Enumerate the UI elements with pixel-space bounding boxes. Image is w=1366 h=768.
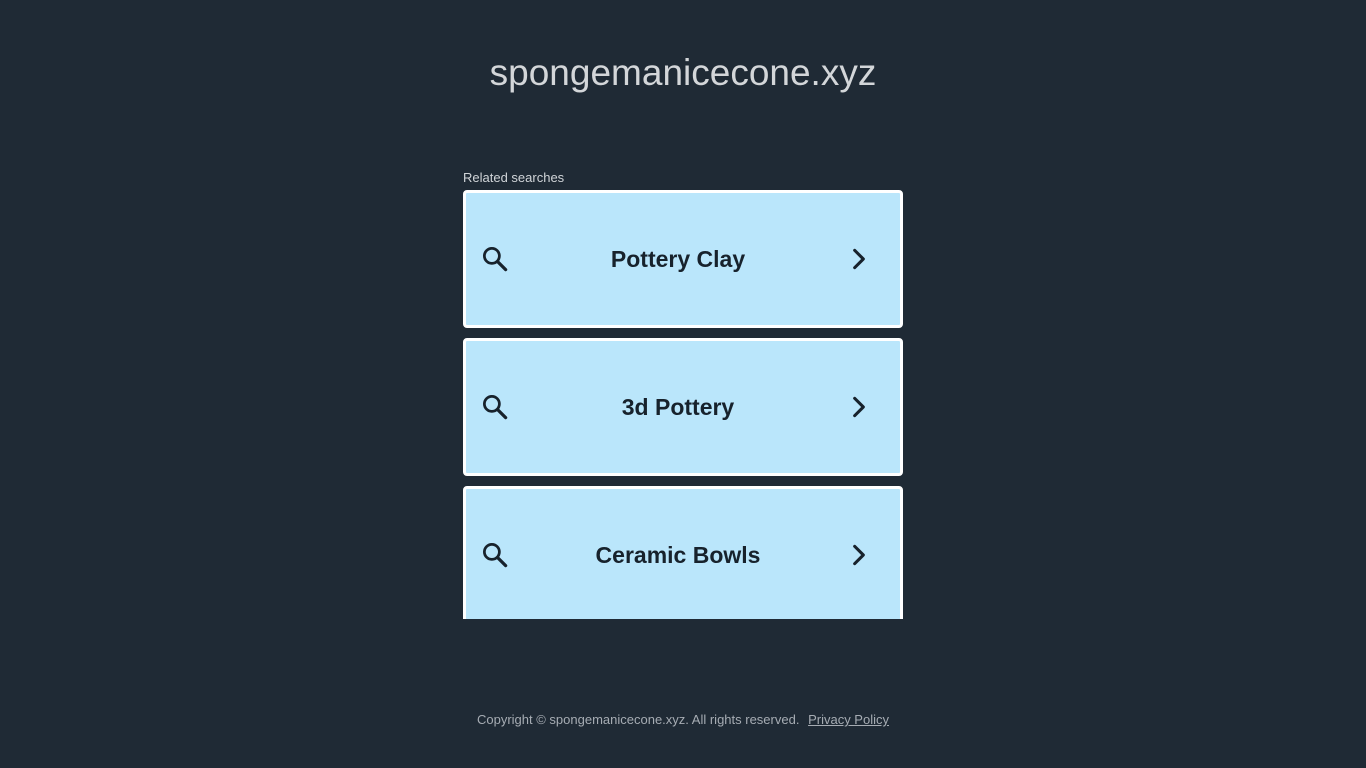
result-label: 3d Pottery: [621, 393, 735, 420]
search-icon: [483, 543, 508, 568]
copyright-text: Copyright © spongemanicecone.xyz. All ri…: [476, 712, 800, 727]
chevron-right-icon: [853, 248, 865, 270]
footer: Copyright © spongemanicecone.xyz. All ri…: [0, 712, 1366, 727]
result-label: Ceramic Bowls: [595, 541, 761, 568]
site-title: spongemanicecone.xyz: [489, 52, 877, 93]
chevron-right-icon: [853, 396, 865, 418]
result-label: Pottery Clay: [610, 245, 746, 272]
result-link-ceramic-bowls[interactable]: Ceramic Bowls: [463, 486, 903, 619]
results-list: Pottery Clay 3d Pottery Ceramic Bowls: [463, 190, 903, 619]
search-icon: [483, 395, 508, 420]
related-searches-label: Related searches: [463, 170, 565, 185]
result-link-3d-pottery[interactable]: 3d Pottery: [463, 338, 903, 476]
search-icon: [483, 247, 508, 272]
privacy-policy-link[interactable]: Privacy Policy: [808, 712, 889, 727]
page: spongemanicecone.xyz Related searches Po…: [0, 0, 1366, 768]
chevron-right-icon: [853, 544, 865, 566]
related-searches: Related searches Pottery Clay 3d Pottery: [463, 170, 903, 619]
result-link-pottery-clay[interactable]: Pottery Clay: [463, 190, 903, 328]
